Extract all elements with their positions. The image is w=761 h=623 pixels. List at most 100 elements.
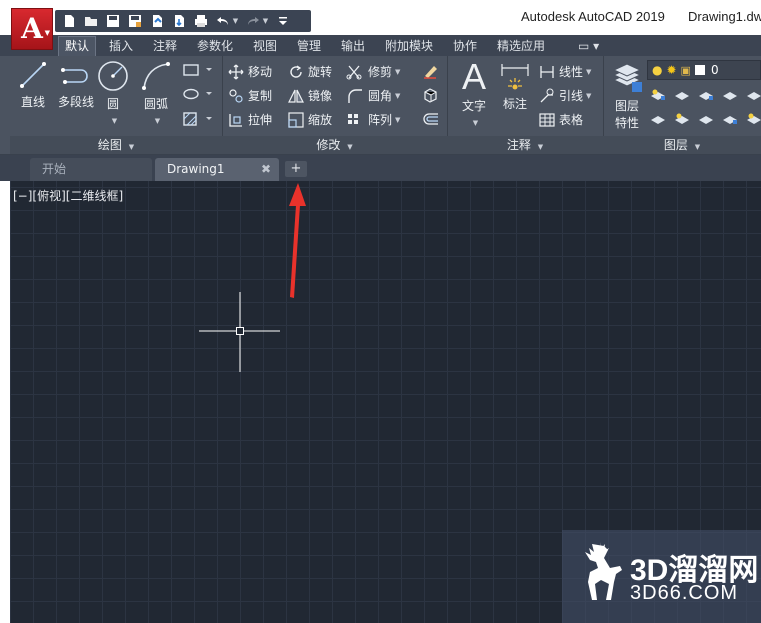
chevron-down-icon[interactable]: ▼ <box>586 68 591 76</box>
linear-button[interactable]: 线性 ▼ <box>539 63 591 80</box>
cloud-save-icon[interactable] <box>168 12 190 30</box>
chevron-down-icon[interactable]: ▼ <box>395 68 400 76</box>
layer-dropdown[interactable]: ● ✹ ▣ 0 <box>647 60 761 80</box>
layer-stack-icon <box>612 63 642 92</box>
text-button[interactable]: A 文字 ▼ <box>455 56 493 128</box>
deer-logo-icon <box>585 542 622 600</box>
tab-drawing1[interactable]: Drawing1 ✖ <box>155 158 279 181</box>
offset-icon[interactable] <box>422 111 440 130</box>
close-icon[interactable]: ✖ <box>261 158 271 181</box>
fillet-button[interactable]: 圆角 ▼ <box>346 87 400 104</box>
scale-button[interactable]: 缩放 <box>288 111 332 128</box>
ribbon-display-toggle-icon[interactable]: ▭ ▾ <box>572 37 605 56</box>
chevron-down-icon[interactable]: ▼ <box>395 116 400 124</box>
chevron-down-icon: ▼ <box>44 29 50 37</box>
layer-color-swatch <box>694 65 705 75</box>
layers-panel-title[interactable]: 图层 ▼ <box>603 136 761 154</box>
layers-panel-label: 图层 <box>663 138 688 152</box>
trim-label: 修剪 <box>368 65 393 79</box>
dimension-button[interactable]: 标注 <box>497 60 533 112</box>
erase-icon[interactable] <box>422 63 440 82</box>
print-icon[interactable] <box>190 12 212 30</box>
tab-featured-apps[interactable]: 精选应用 <box>491 37 551 56</box>
application-menu-button[interactable]: A ▼ <box>11 8 53 50</box>
chevron-down-icon[interactable]: ▼ <box>155 117 160 125</box>
ribbon: 直线 多段线 圆 ▼ 圆弧 ▼ 绘图 ▼ 移动 旋转 修剪 ▼ 复制 镜像 圆角 ▼… <box>0 56 761 155</box>
tab-output[interactable]: 输出 <box>335 37 371 56</box>
new-icon[interactable] <box>58 12 80 30</box>
current-layer-name: 0 <box>710 63 719 77</box>
new-drawing-tab-button[interactable]: + <box>285 161 307 177</box>
watermark-url: 3D66.COM <box>630 582 739 604</box>
table-button[interactable]: 表格 <box>539 111 583 128</box>
annotation-panel: A 文字 ▼ 标注 线性 ▼ 引线 ▼ 表格 注释 ▼ <box>447 56 604 154</box>
tab-view[interactable]: 视图 <box>247 37 283 56</box>
mirror-button[interactable]: 镜像 <box>288 87 332 104</box>
tab-collaborate[interactable]: 协作 <box>447 37 483 56</box>
array-button[interactable]: 阵列 ▼ <box>346 111 400 128</box>
chevron-down-icon[interactable]: ▼ <box>112 117 117 125</box>
tab-addins[interactable]: 附加模块 <box>379 37 439 56</box>
line-button[interactable]: 直线 <box>16 60 50 110</box>
circle-button[interactable]: 圆 ▼ <box>96 60 130 126</box>
table-label: 表格 <box>559 113 584 127</box>
left-margin <box>0 181 10 623</box>
leader-button[interactable]: 引线 ▼ <box>539 87 591 104</box>
redo-icon[interactable]: ▼ <box>242 12 272 30</box>
move-button[interactable]: 移动 <box>228 63 272 80</box>
undo-icon[interactable]: ▼ <box>212 12 242 30</box>
tab-start[interactable]: 开始 <box>30 158 152 181</box>
copy-button[interactable]: 复制 <box>228 87 272 104</box>
linear-dimension-icon <box>540 65 554 78</box>
svg-text:A: A <box>462 58 486 94</box>
trim-button[interactable]: 修剪 ▼ <box>346 63 400 80</box>
layer-properties-button[interactable]: 图层 特性 <box>607 60 647 131</box>
scale-label: 缩放 <box>308 113 333 127</box>
tab-annotate[interactable]: 注释 <box>147 37 183 56</box>
ellipse-icon[interactable] <box>182 87 216 104</box>
chevron-down-icon[interactable]: ▼ <box>395 92 400 100</box>
tab-drawing1-label: Drawing1 <box>167 162 225 176</box>
stretch-label: 拉伸 <box>248 113 273 127</box>
modify-panel-label: 修改 <box>316 138 341 152</box>
table-icon <box>539 112 555 127</box>
open-icon[interactable] <box>80 12 102 30</box>
trim-icon <box>346 65 362 79</box>
tab-parametric[interactable]: 参数化 <box>191 37 239 56</box>
rectangle-icon[interactable] <box>182 63 216 80</box>
viewport-controls-label[interactable]: [−][俯视][二维线框] <box>13 187 123 204</box>
stretch-button[interactable]: 拉伸 <box>228 111 272 128</box>
annotation-panel-title[interactable]: 注释 ▼ <box>447 136 603 154</box>
leader-label: 引线 <box>559 89 584 103</box>
tab-home[interactable]: 默认 <box>58 36 97 56</box>
circle-label: 圆 <box>106 97 119 111</box>
polyline-icon <box>61 68 88 84</box>
explode-icon[interactable] <box>422 87 440 106</box>
layer-properties-label-1: 图层 <box>614 99 639 113</box>
draw-panel: 直线 多段线 圆 ▼ 圆弧 ▼ 绘图 ▼ <box>10 56 223 154</box>
polyline-button[interactable]: 多段线 <box>52 60 100 110</box>
rotate-button[interactable]: 旋转 <box>288 63 332 80</box>
arc-label: 圆弧 <box>143 97 168 111</box>
sun-icon: ✹ <box>666 63 677 77</box>
autocad-logo-icon: A <box>21 12 43 45</box>
save-icon[interactable] <box>102 12 124 30</box>
layer-tools-grid <box>649 86 761 134</box>
dimension-label: 标注 <box>502 97 527 111</box>
fillet-icon <box>348 88 362 103</box>
chevron-down-icon[interactable]: ▼ <box>473 119 478 127</box>
draw-panel-title[interactable]: 绘图 ▼ <box>10 136 222 154</box>
save-as-icon[interactable] <box>124 12 146 30</box>
chevron-down-icon[interactable]: ▼ <box>586 92 591 100</box>
mirror-icon <box>288 89 304 103</box>
fillet-label: 圆角 <box>368 89 393 103</box>
layers-panel: 图层 特性 ● ✹ ▣ 0 图层 ▼ <box>603 56 761 154</box>
hatch-icon[interactable] <box>182 111 216 130</box>
customize-icon[interactable] <box>272 12 294 30</box>
tab-manage[interactable]: 管理 <box>291 37 327 56</box>
modify-panel-title[interactable]: 修改 ▼ <box>222 136 447 154</box>
cloud-open-icon[interactable] <box>146 12 168 30</box>
text-label: 文字 <box>461 99 486 113</box>
tab-insert[interactable]: 插入 <box>103 37 139 56</box>
arc-button[interactable]: 圆弧 ▼ <box>138 60 174 126</box>
